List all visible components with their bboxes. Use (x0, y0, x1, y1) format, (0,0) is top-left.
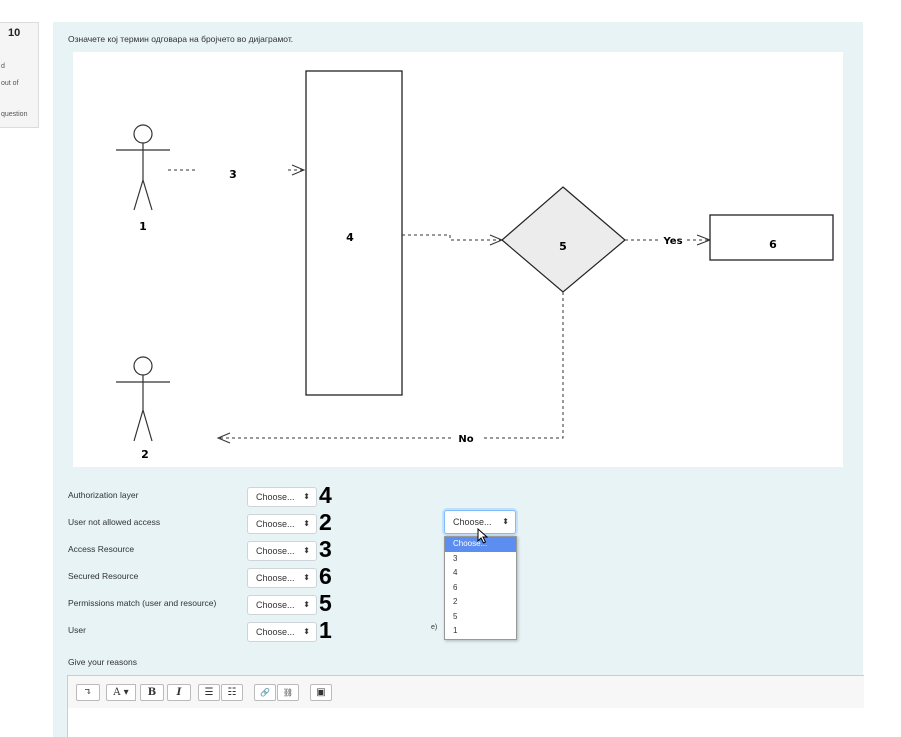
answer-select-secured-resource[interactable]: Choose... ⬍ (247, 568, 317, 588)
dropdown-option[interactable]: 1 (445, 624, 516, 639)
select-arrows-icon: ⬍ (303, 492, 310, 501)
handwritten-answer: 1 (319, 617, 332, 643)
term-access-resource: Access Resource (68, 544, 135, 554)
ordered-list-button[interactable]: ☷ (221, 684, 243, 701)
select-arrows-icon: ⬍ (502, 517, 509, 526)
font-style-button[interactable]: A ▾ (106, 684, 136, 701)
mouse-cursor-icon (477, 528, 489, 544)
dropdown-option[interactable]: 3 (445, 552, 516, 567)
select-arrows-icon: ⬍ (303, 600, 310, 609)
question-status-line: d (1, 63, 5, 70)
collapse-toolbar-button[interactable]: ↴ (76, 684, 100, 701)
link-button[interactable]: 🔗 (254, 684, 276, 701)
dropdown-options-list: Choose... 3 4 6 2 5 1 (444, 536, 517, 640)
arrow-3-label: 3 (229, 168, 237, 181)
ordered-list-icon: ☷ (227, 687, 237, 698)
insert-image-button[interactable]: ▣ (310, 684, 332, 701)
italic-button[interactable]: I (167, 684, 191, 701)
diagram-svg: 1 2 3 4 5 Yes 6 No (116, 70, 834, 461)
actor-2-label: 2 (141, 448, 149, 461)
handwritten-answer: 5 (319, 590, 332, 616)
answer-select-access-resource[interactable]: Choose... ⬍ (247, 541, 317, 561)
diamond-5-label: 5 (559, 240, 567, 253)
resource-box-4 (305, 70, 403, 396)
answer-select-permissions-match[interactable]: Choose... ⬍ (247, 595, 317, 615)
handwritten-answer: 3 (319, 536, 332, 562)
dropdown-option[interactable]: 5 (445, 610, 516, 625)
answer-select-authorization-layer[interactable]: Choose... ⬍ (247, 487, 317, 507)
term-secured-resource: Secured Resource (68, 571, 139, 581)
question-prompt: Означете кој термин одговара на бројчето… (68, 34, 294, 44)
italic-icon: I (176, 687, 182, 698)
actor-2-icon (116, 356, 170, 442)
image-icon: ▣ (316, 687, 326, 698)
unordered-list-button[interactable]: ☰ (198, 684, 220, 701)
no-label: No (458, 434, 473, 445)
reasons-editor-area[interactable] (67, 708, 864, 737)
dropdown-option[interactable]: 6 (445, 581, 516, 596)
actor-1-icon (116, 124, 170, 211)
term-authorization-layer: Authorization layer (68, 490, 139, 500)
question-number: 10 (8, 27, 21, 39)
editor-toolbar: ↴ A ▾ B I ☰ ☷ 🔗 ⛓ ▣ (67, 675, 864, 709)
box-6-label: 6 (769, 238, 777, 251)
handwritten-answer: 4 (319, 482, 332, 508)
link-icon: 🔗 (260, 688, 270, 697)
bold-icon: B (147, 687, 157, 698)
term-user-not-allowed: User not allowed access (68, 517, 161, 527)
answer-select-user[interactable]: Choose... ⬍ (247, 622, 317, 642)
question-info-panel: 10 d out of question (0, 22, 39, 128)
unlink-icon: ⛓ (282, 688, 294, 697)
handwritten-answer: 6 (319, 563, 332, 589)
question-mark-line: out of (1, 80, 19, 87)
flag-question-link[interactable]: question (1, 111, 27, 118)
select-arrows-icon: ⬍ (303, 627, 310, 636)
select-arrows-icon: ⬍ (303, 573, 310, 582)
bold-button[interactable]: B (140, 684, 164, 701)
term-permissions-match: Permissions match (user and resource) (68, 598, 217, 608)
select-arrows-icon: ⬍ (303, 546, 310, 555)
term-user: User (68, 625, 86, 635)
collapse-icon: ↴ (83, 687, 93, 698)
check-arrow (402, 234, 504, 246)
yes-label: Yes (662, 236, 682, 247)
handwritten-answer: 2 (319, 509, 332, 535)
dropdown-option[interactable]: 2 (445, 595, 516, 610)
unlink-button[interactable]: ⛓ (277, 684, 299, 701)
font-style-icon: A ▾ (113, 687, 129, 698)
select-arrows-icon: ⬍ (303, 519, 310, 528)
answer-select-user-not-allowed[interactable]: Choose... ⬍ (247, 514, 317, 534)
dropdown-option[interactable]: 4 (445, 566, 516, 581)
box-4-label: 4 (346, 231, 354, 244)
diagram-image: 1 2 3 4 5 Yes 6 No (73, 52, 843, 467)
actor-1-label: 1 (139, 220, 147, 233)
question-content: Означете кој термин одговара на бројчето… (53, 22, 864, 737)
unordered-list-icon: ☰ (204, 687, 214, 698)
reasons-label: Give your reasons (68, 657, 137, 667)
hidden-label-fragment: e) (431, 624, 438, 631)
